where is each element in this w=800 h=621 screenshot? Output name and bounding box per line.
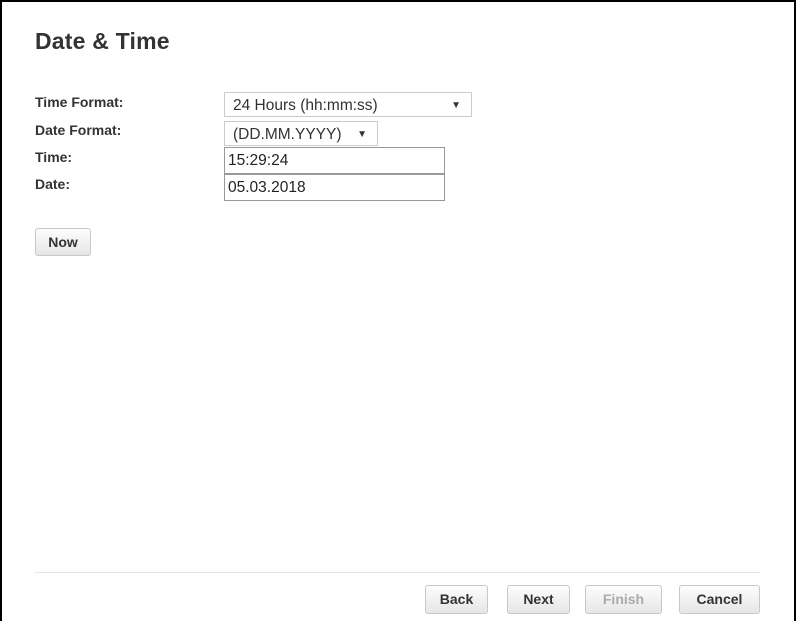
date-input[interactable] <box>224 174 445 201</box>
cancel-button[interactable]: Cancel <box>679 585 760 614</box>
date-format-label: Date Format: <box>35 122 122 138</box>
time-input[interactable] <box>224 147 445 174</box>
chevron-down-icon: ▼ <box>357 129 367 140</box>
next-button[interactable]: Next <box>507 585 570 614</box>
time-label: Time: <box>35 149 73 165</box>
chevron-down-icon: ▼ <box>451 100 461 111</box>
finish-button[interactable]: Finish <box>585 585 662 614</box>
time-format-label: Time Format: <box>35 94 124 110</box>
time-format-value: 24 Hours (hh:mm:ss) <box>233 97 378 114</box>
page-title: Date & Time <box>35 28 170 54</box>
wizard-panel: Date & Time Time Format: 24 Hours (hh:mm… <box>0 0 796 621</box>
date-format-select[interactable]: (DD.MM.YYYY) ▼ <box>224 121 378 146</box>
now-button[interactable]: Now <box>35 228 91 256</box>
time-format-select[interactable]: 24 Hours (hh:mm:ss) ▼ <box>224 92 472 117</box>
date-label: Date: <box>35 176 71 192</box>
date-format-value: (DD.MM.YYYY) <box>233 126 342 143</box>
back-button[interactable]: Back <box>425 585 488 614</box>
footer-divider <box>35 572 760 573</box>
